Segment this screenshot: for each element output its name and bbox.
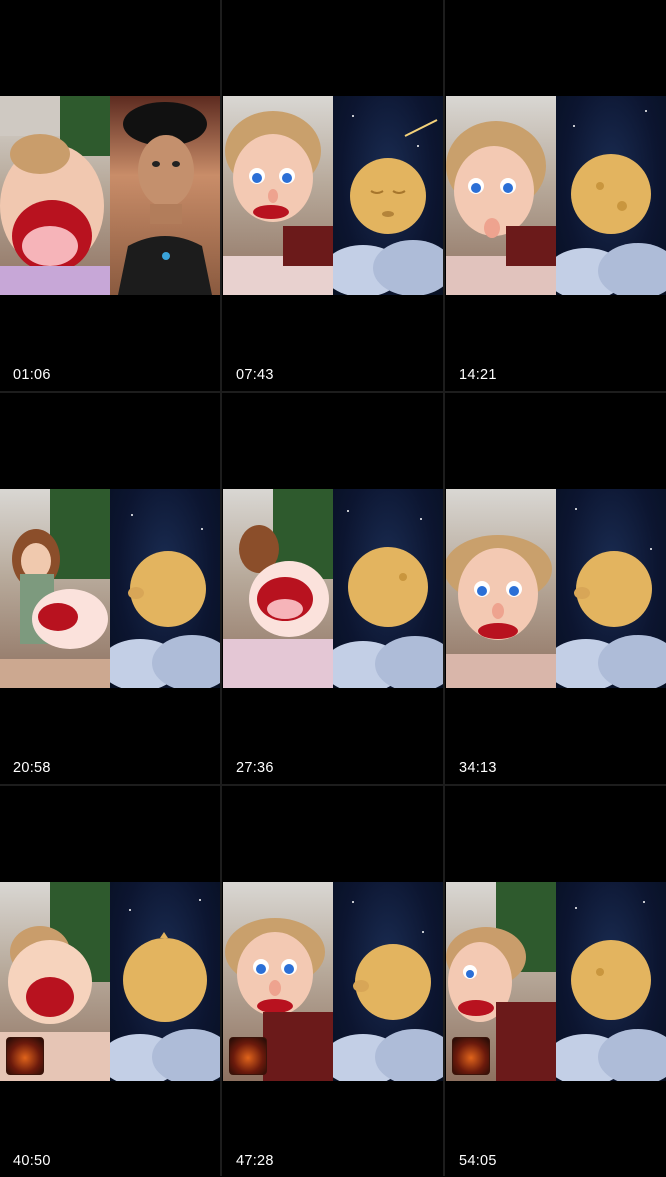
timestamp: 34:13 (459, 760, 497, 776)
column-divider (443, 0, 445, 1176)
frame-cell-5[interactable]: 27:36 (223, 393, 443, 784)
frame-cell-4[interactable]: 20:58 (0, 393, 220, 784)
puppet-panel (223, 489, 333, 688)
frame-cell-6[interactable]: 34:13 (446, 393, 666, 784)
frame-thumbnail (446, 489, 666, 688)
puppet-panel (446, 96, 556, 295)
timestamp: 54:05 (459, 1153, 497, 1169)
puppet-panel (0, 489, 110, 688)
frame-thumbnail (0, 882, 220, 1081)
thumbnail-badge-icon (229, 1037, 267, 1075)
column-divider (220, 0, 222, 1176)
moon-panel (556, 489, 666, 688)
timestamp: 20:58 (13, 760, 51, 776)
moon-panel (333, 489, 443, 688)
row-divider (0, 784, 666, 786)
frame-cell-1[interactable]: 01:06 (0, 0, 220, 391)
moon-panel (110, 489, 220, 688)
frame-cell-7[interactable]: 40:50 (0, 786, 220, 1177)
frame-thumbnail (446, 96, 666, 295)
frame-thumbnail (223, 96, 443, 295)
timestamp: 14:21 (459, 367, 497, 383)
frame-thumbnail (0, 96, 220, 295)
frame-cell-3[interactable]: 14:21 (446, 0, 666, 391)
moon-panel (556, 882, 666, 1081)
moon-panel (333, 96, 443, 295)
person-panel (110, 96, 220, 295)
frame-thumbnail (446, 882, 666, 1081)
thumbnail-badge-icon (6, 1037, 44, 1075)
frame-thumbnail (223, 882, 443, 1081)
timestamp: 01:06 (13, 367, 51, 383)
puppet-panel (223, 96, 333, 295)
frame-cell-2[interactable]: 07:43 (223, 0, 443, 391)
puppet-panel (0, 96, 110, 295)
frame-cell-8[interactable]: 47:28 (223, 786, 443, 1177)
moon-panel (110, 882, 220, 1081)
frame-thumbnail (0, 489, 220, 688)
timestamp: 27:36 (236, 760, 274, 776)
timestamp: 07:43 (236, 367, 274, 383)
puppet-panel (446, 489, 556, 688)
frame-thumbnail (223, 489, 443, 688)
timestamp: 40:50 (13, 1153, 51, 1169)
moon-panel (333, 882, 443, 1081)
row-divider (0, 391, 666, 393)
timestamp: 47:28 (236, 1153, 274, 1169)
moon-panel (556, 96, 666, 295)
frame-cell-9[interactable]: 54:05 (446, 786, 666, 1177)
thumbnail-badge-icon (452, 1037, 490, 1075)
video-frame-grid: 01:06 07:43 14:21 20:58 27:36 34:13 40:5… (0, 0, 666, 1177)
